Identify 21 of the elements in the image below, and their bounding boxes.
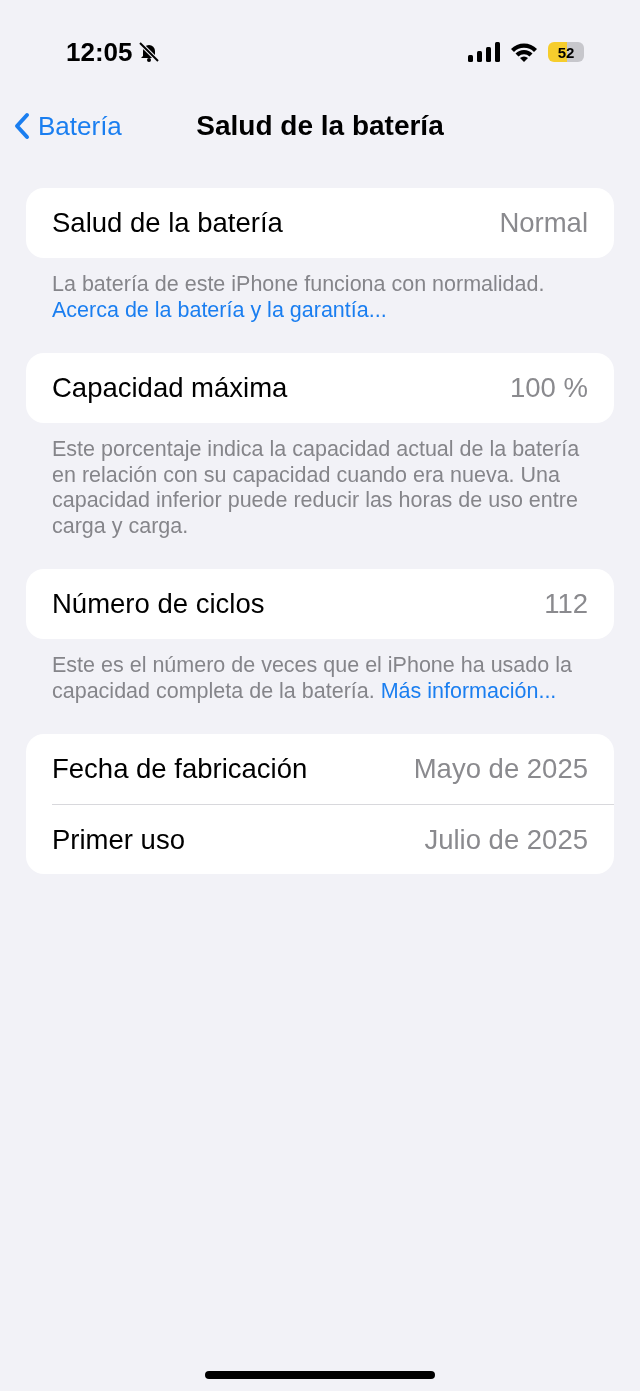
footer-note: La batería de este iPhone funciona con normalidad. Acerca de la batería y la garantía... xyxy=(51,272,546,323)
row-label: Capacidad máxima xyxy=(52,372,288,404)
row-label: Primer uso xyxy=(52,823,185,856)
row-label: Número de ciclos xyxy=(52,588,265,620)
row-value: Normal xyxy=(499,207,588,239)
row-label: Salud de la batería xyxy=(52,207,283,239)
signal-icon xyxy=(468,42,500,62)
row-label: Fecha de fabricación xyxy=(52,753,308,785)
chevron-left-icon xyxy=(14,112,30,140)
back-button[interactable]: Batería xyxy=(14,110,197,142)
wifi-icon xyxy=(510,42,538,62)
row-value: Julio de 2025 xyxy=(424,823,588,856)
status-time: 12:05 xyxy=(66,36,133,68)
footer-note: Este es el número de veces que el iPhone ha usado la capacidad completa de la batería. Más información... xyxy=(51,653,573,704)
page-title: Salud de la batería xyxy=(196,110,444,142)
info-link[interactable]: Acerca de la batería y la garantía... xyxy=(52,297,387,322)
row-value: 100 % xyxy=(510,372,588,404)
footer-note: Este porcentaje indica la capacidad actual de la batería en relación con su capacidad cuando era nueva. Una capacidad inferior puede reducir las horas de uso entre carga y carga. xyxy=(51,437,581,539)
info-link[interactable]: Más información... xyxy=(380,678,557,703)
row-value: Mayo de 2025 xyxy=(413,753,588,785)
row-value: 112 xyxy=(544,588,588,620)
